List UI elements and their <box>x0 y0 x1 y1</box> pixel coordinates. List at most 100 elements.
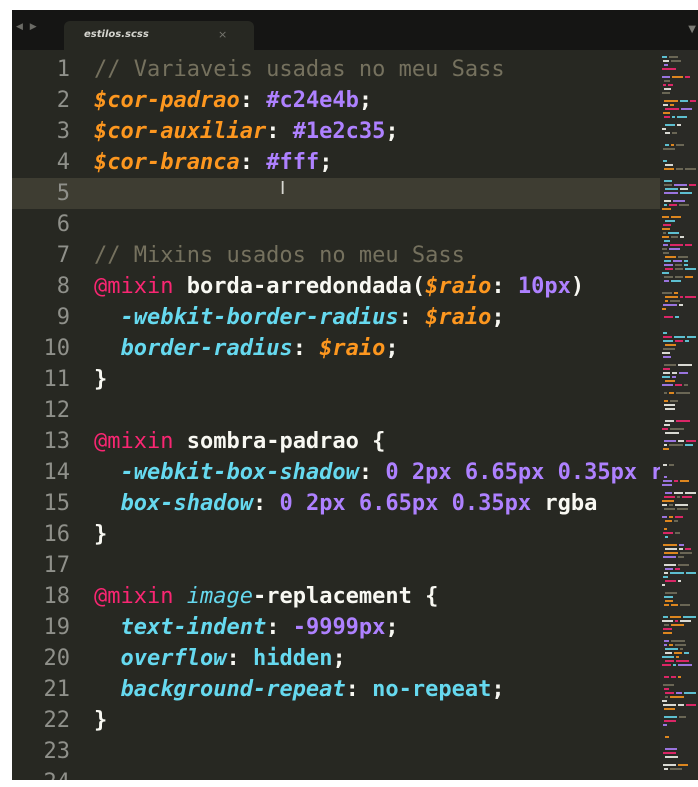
minimap-stroke <box>669 248 680 250</box>
code-token: background-repeat <box>120 677 346 702</box>
code-line[interactable]: 23 <box>12 736 660 767</box>
code-line[interactable]: 3 $cor-auxiliar: #1e2c35; <box>12 116 660 147</box>
code-line[interactable]: 18 @mixin image-replacement { <box>12 581 660 612</box>
tab-estilos-scss[interactable]: estilos.scss × <box>64 21 254 50</box>
code-line[interactable]: 16} <box>12 519 660 550</box>
code-line[interactable]: 2 $cor-padrao: #c24e4b; <box>12 85 660 116</box>
minimap-stroke <box>664 392 667 394</box>
minimap-stroke <box>670 696 684 698</box>
code-line[interactable]: 14 -webkit-box-shadow: 0 2px 6.65px 0.35… <box>12 457 661 488</box>
code-line[interactable]: 6 <box>12 209 660 240</box>
minimap[interactable] <box>660 50 698 780</box>
minimap-stroke <box>665 432 679 434</box>
minimap-stroke <box>689 184 696 186</box>
minimap-stroke <box>671 216 681 218</box>
code-token: @mixin <box>94 274 174 299</box>
minimap-stroke <box>664 688 669 690</box>
minimap-stroke <box>687 336 696 338</box>
code-token: -9999px <box>292 615 386 640</box>
minimap-stroke <box>671 280 681 282</box>
code-line[interactable]: 10 border-radius: $raio; <box>12 333 660 364</box>
minimap-stroke <box>678 364 692 366</box>
code-line[interactable]: 24 <box>12 767 660 780</box>
code-line[interactable]: 5 <box>12 178 660 209</box>
minimap-stroke <box>665 344 676 346</box>
minimap-stroke <box>683 616 696 618</box>
code-line[interactable]: 21 background-repeat: no-repeat; <box>12 674 660 705</box>
minimap-stroke <box>669 516 673 518</box>
code-token: } <box>94 367 108 392</box>
minimap-stroke <box>676 168 683 170</box>
code-line[interactable]: 7 // Mixins usados no meu Sass <box>12 240 660 271</box>
minimap-stroke <box>662 236 669 238</box>
code-token: #1e2c35 <box>292 119 386 144</box>
minimap-stroke <box>680 620 691 622</box>
minimap-stroke <box>662 76 670 78</box>
minimap-stroke <box>678 764 688 766</box>
minimap-stroke <box>671 60 681 62</box>
code-token: $raio <box>425 274 492 299</box>
minimap-stroke <box>663 224 671 226</box>
minimap-stroke <box>664 204 667 206</box>
code-line[interactable]: 11} <box>12 364 660 395</box>
minimap-stroke <box>685 340 689 342</box>
minimap-stroke <box>672 76 683 78</box>
code-line[interactable]: 20 overflow: hidden; <box>12 643 660 674</box>
minimap-stroke <box>664 424 670 426</box>
minimap-stroke <box>685 296 696 298</box>
code-token: -replacement { <box>252 584 439 609</box>
code-line[interactable]: 17 <box>12 550 660 581</box>
minimap-stroke <box>662 484 672 486</box>
minimap-stroke <box>665 108 679 110</box>
code-token: $cor-auxiliar <box>94 119 267 144</box>
minimap-stroke <box>685 548 691 550</box>
minimap-stroke <box>674 492 683 494</box>
minimap-stroke <box>680 604 690 606</box>
code-line[interactable]: 1 // Variaveis usadas no meu Sass <box>12 54 660 85</box>
code-token: #c24e4b <box>266 88 359 113</box>
code-editor[interactable]: 1 // Variaveis usadas no meu Sass 2 $cor-pa… <box>12 54 660 780</box>
code-line[interactable]: 22} <box>12 705 660 736</box>
minimap-stroke <box>680 552 692 554</box>
tab-navigation-arrows-icon[interactable]: ◀ ▶ <box>16 22 39 32</box>
minimap-stroke <box>665 580 676 582</box>
minimap-stroke <box>686 440 696 442</box>
code-line[interactable]: 4 $cor-branca: #fff; <box>12 147 660 178</box>
code-token: // Variaveis usadas no meu Sass <box>94 57 505 82</box>
code-line[interactable]: 13 @mixin sombra-padrao { <box>12 426 660 457</box>
code-line[interactable]: 19 text-indent: -9999px; <box>12 612 660 643</box>
minimap-stroke <box>663 252 669 254</box>
code-text: } <box>94 519 107 550</box>
minimap-stroke <box>684 260 688 262</box>
minimap-stroke <box>662 248 667 250</box>
code-token: ; <box>385 336 399 361</box>
minimap-stroke <box>677 508 688 510</box>
tab-menu-dropdown-icon[interactable]: ▼ <box>688 24 696 35</box>
minimap-stroke <box>685 76 690 78</box>
line-number: 11 <box>43 367 71 392</box>
line-number: 19 <box>43 615 71 640</box>
minimap-stroke <box>662 56 667 58</box>
minimap-stroke <box>680 100 688 102</box>
close-icon[interactable]: × <box>218 28 227 41</box>
minimap-stroke <box>665 132 670 134</box>
line-number: 23 <box>43 739 71 764</box>
code-token: ; <box>358 88 373 113</box>
minimap-stroke <box>664 440 676 442</box>
minimap-stroke <box>664 596 673 598</box>
minimap-stroke <box>664 116 670 118</box>
minimap-stroke <box>663 724 667 726</box>
minimap-stroke <box>662 516 667 518</box>
code-token: } <box>94 522 108 547</box>
minimap-stroke <box>665 748 677 750</box>
code-line[interactable]: 9 -webkit-border-radius: $raio; <box>12 302 660 333</box>
code-line[interactable]: 15 box-shadow: 0 2px 6.65px 0.35px rgba <box>12 488 660 519</box>
minimap-stroke <box>665 492 672 494</box>
code-line[interactable]: 12 <box>12 395 660 426</box>
code-token: @mixin <box>94 429 174 454</box>
code-line[interactable]: 8 @mixin borda-arredondada($raio: 10px) <box>12 271 660 302</box>
minimap-stroke <box>676 420 690 422</box>
minimap-stroke <box>674 292 678 294</box>
minimap-stroke <box>664 624 669 626</box>
